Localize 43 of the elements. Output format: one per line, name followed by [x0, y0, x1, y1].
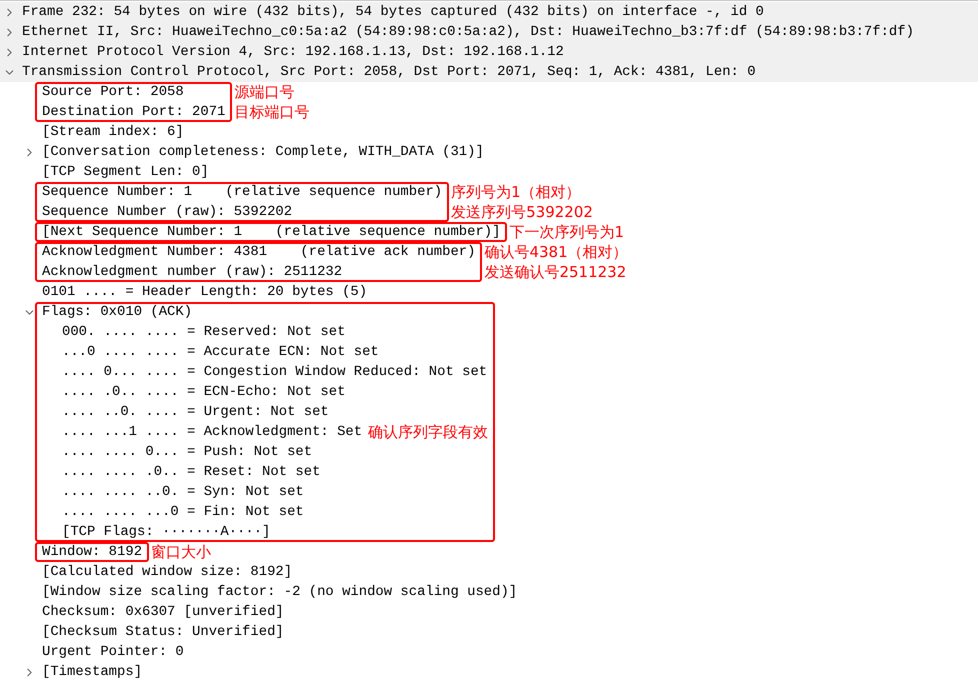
- tree-item-text: [TCP Segment Len: 0]: [42, 162, 209, 182]
- tree-item-text: Destination Port: 2071: [42, 102, 226, 122]
- annotation-text: 目标端口号: [234, 102, 310, 122]
- tree-item-text: 000. .... .... = Reserved: Not set: [62, 322, 346, 342]
- tree-item-text: .... 0... .... = Congestion Window Reduced: Not set: [62, 362, 488, 382]
- tree-item-text: [TCP Flags: ·······A····]: [62, 522, 270, 542]
- tree-item-text: .... .... ...0 = Fin: Not set: [62, 502, 304, 522]
- annotation-text: 序列号为1（相对）: [451, 182, 582, 202]
- tree-item-text: [Stream index: 6]: [42, 122, 184, 142]
- tree-item-text: .... .0.. .... = ECN-Echo: Not set: [62, 382, 346, 402]
- tree-item-text: [Checksum Status: Unverified]: [42, 622, 284, 642]
- tree-item-text: Internet Protocol Version 4, Src: 192.168.1.13, Dst: 192.168.1.12: [22, 42, 564, 62]
- tree-item-text: 0101 .... = Header Length: 20 bytes (5): [42, 282, 368, 302]
- tree-item-text: [Calculated window size: 8192]: [42, 562, 292, 582]
- tree-item-text: [Window size scaling factor: -2 (no window scaling used)]: [42, 582, 518, 602]
- tree-item-text: Frame 232: 54 bytes on wire (432 bits), 54 bytes captured (432 bits) on interface -, id 0: [22, 2, 764, 22]
- tree-item-text: Checksum: 0x6307 [unverified]: [42, 602, 284, 622]
- tree-item-text: [Next Sequence Number: 1 (relative sequence number)]: [42, 222, 500, 242]
- tree-item-text: .... .... ..0. = Syn: Not set: [62, 482, 304, 502]
- annotation-text: 确认序列字段有效: [368, 422, 488, 443]
- tree-item-text: Acknowledgment Number: 4381 (relative ack number): [42, 242, 476, 262]
- annotation-text: 发送序列号5392202: [451, 202, 593, 222]
- tree-item-text: Sequence Number (raw): 5392202: [42, 202, 292, 222]
- tree-item-text: Ethernet II, Src: HuaweiTechno_c0:5a:a2 (54:89:98:c0:5a:a2), Dst: HuaweiTechno_b3:7f:df (54:89:98:b3:7f:df): [22, 22, 914, 42]
- tree-item-text: Flags: 0x010 (ACK): [42, 302, 192, 322]
- tree-item-text: Urgent Pointer: 0: [42, 642, 184, 662]
- tree-item-text: .... .... 0... = Push: Not set: [62, 442, 312, 462]
- tree-item-text: ...0 .... .... = Accurate ECN: Not set: [62, 342, 379, 362]
- tree-item-text: Acknowledgment number (raw): 2511232: [42, 262, 342, 282]
- annotation-text: 发送确认号2511232: [484, 262, 628, 282]
- tree-item-text: Window: 8192: [42, 542, 142, 562]
- tree-item-text: Transmission Control Protocol, Src Port: 2058, Dst Port: 2071, Seq: 1, Ack: 4381, Len: 0: [22, 62, 756, 82]
- tree-item-text: .... .... .0.. = Reset: Not set: [62, 462, 320, 482]
- tree-item-text: [Conversation completeness: Complete, WITH_DATA (31)]: [42, 142, 484, 162]
- tree-item-text: [Timestamps]: [42, 662, 142, 682]
- annotation-text: 下一次序列号为1: [509, 222, 624, 242]
- annotation-text: 源端口号: [234, 82, 296, 102]
- tree-item-text: Source Port: 2058: [42, 82, 184, 102]
- tree-item-text: .... ...1 .... = Acknowledgment: Set: [62, 422, 362, 442]
- tree-item-text: .... ..0. .... = Urgent: Not set: [62, 402, 329, 422]
- annotation-text: 确认号4381（相对）: [484, 242, 628, 262]
- annotation-text: 窗口大小: [151, 542, 212, 562]
- tree-item-text: Sequence Number: 1 (relative sequence number): [42, 182, 442, 202]
